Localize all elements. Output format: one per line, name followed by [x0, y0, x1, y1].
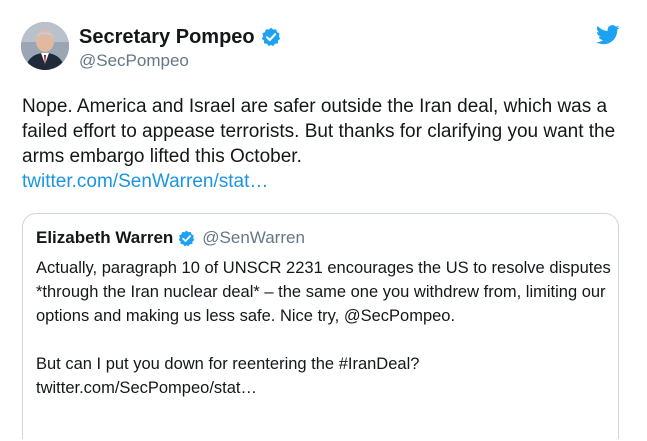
quoted-paragraph-1: Actually, paragraph 10 of UNSCR 2231 enc… — [36, 259, 611, 325]
quoted-author-name[interactable]: Elizabeth Warren — [36, 228, 173, 248]
verified-badge-icon — [178, 230, 195, 247]
avatar[interactable] — [21, 22, 69, 70]
tweet-link[interactable]: twitter.com/SenWarren/stat… — [22, 169, 622, 194]
author-display-name[interactable]: Secretary Pompeo — [79, 26, 255, 48]
author-handle[interactable]: @SecPompeo — [79, 52, 189, 70]
author-name-row: Secretary Pompeo — [79, 26, 281, 48]
quoted-author-handle[interactable]: @SenWarren — [202, 228, 305, 248]
quoted-tweet-text: Actually, paragraph 10 of UNSCR 2231 enc… — [36, 256, 611, 400]
verified-badge-icon — [261, 27, 281, 47]
tweet-body: Nope. America and Israel are safer outsi… — [22, 96, 616, 167]
tweet-text: Nope. America and Israel are safer outsi… — [22, 94, 622, 194]
quoted-tweet[interactable]: Elizabeth Warren @SenWarren Actually, pa… — [22, 213, 619, 439]
twitter-bird-icon[interactable] — [596, 25, 620, 45]
quoted-paragraph-2: But can I put you down for reentering th… — [36, 355, 420, 373]
tweet-card: Secretary Pompeo @SecPompeo Nope. Americ… — [0, 0, 647, 441]
quoted-author-row: Elizabeth Warren @SenWarren — [36, 228, 305, 248]
quoted-tweet-link[interactable]: twitter.com/SecPompeo/stat… — [36, 376, 611, 400]
